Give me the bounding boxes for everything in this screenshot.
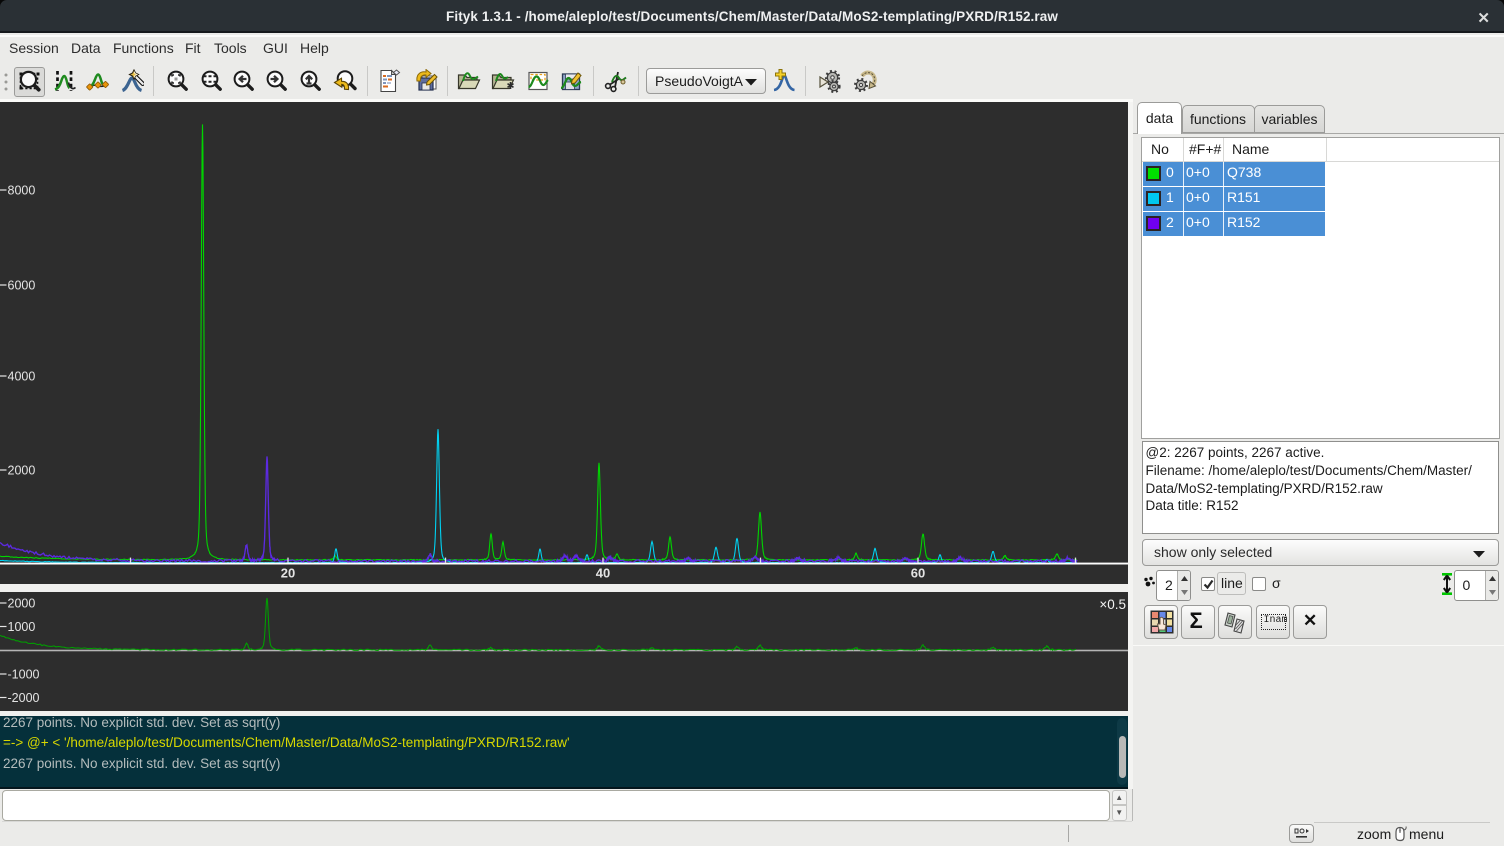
svg-text:×0.5: ×0.5 [1099,597,1126,612]
svg-text:20: 20 [281,566,295,581]
svg-text:40: 40 [596,566,610,581]
svg-text:8000: 8000 [8,184,36,198]
svg-text:2000: 2000 [8,464,36,478]
svg-text:6000: 6000 [8,279,36,293]
svg-text:60: 60 [911,566,925,581]
svg-text:4000: 4000 [8,370,36,384]
svg-text:2000: 2000 [8,597,36,611]
svg-text:-1000: -1000 [8,668,40,682]
svg-text:-2000: -2000 [8,691,40,705]
svg-text:1000: 1000 [8,620,36,634]
